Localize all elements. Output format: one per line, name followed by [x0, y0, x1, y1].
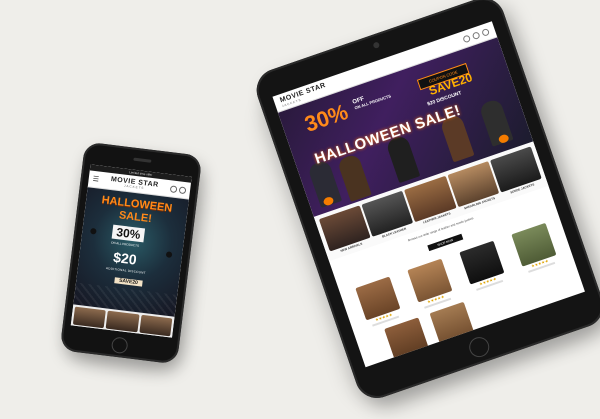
product-thumbnail[interactable]: [72, 306, 107, 329]
tablet-screen: MOVIE STAR JACKETS 30% OFF ON ALL PRODUC…: [272, 21, 585, 368]
phone-home-button[interactable]: [110, 336, 129, 355]
product-thumbnail[interactable]: [139, 314, 173, 337]
search-icon[interactable]: [462, 33, 471, 43]
product-image[interactable]: [429, 301, 476, 348]
tablet-promo-text: OFF ON ALL PRODUCTS: [352, 88, 392, 112]
phone-logo[interactable]: MOVIE STAR JACKETS: [110, 176, 159, 192]
phone-hero-price: $20: [112, 248, 138, 268]
search-icon[interactable]: [169, 184, 178, 193]
cart-icon[interactable]: [178, 185, 187, 194]
menu-icon[interactable]: ☰: [92, 175, 99, 184]
phone-header-icons: [169, 184, 187, 194]
spider-icon: [90, 227, 97, 235]
phone-hero-percent: 30%: [111, 224, 146, 243]
phone-hero-code: SAVE20: [114, 277, 143, 287]
spider-icon: [165, 251, 173, 258]
phone-screen: Limited time offer ☰ MOVIE STAR JACKETS …: [70, 164, 192, 338]
user-icon[interactable]: [471, 30, 481, 40]
phone-hero-price-sub: ADDITIONAL DISCOUNT: [105, 266, 147, 275]
tablet-home-button[interactable]: [466, 334, 492, 360]
tablet-promo-percent: 30%: [301, 98, 352, 137]
model-figure: [336, 153, 372, 202]
cart-icon[interactable]: [480, 27, 490, 37]
phone-hero-banner[interactable]: HALLOWEEN SALE! 30% ON ALL PRODUCTS $20 …: [73, 187, 189, 317]
product-image[interactable]: [384, 317, 430, 364]
phone-speaker: [133, 157, 152, 163]
phone-hero-percent-sub: ON ALL PRODUCTS: [110, 240, 140, 248]
tablet-camera: [372, 41, 381, 49]
product-thumbnail[interactable]: [105, 310, 140, 333]
